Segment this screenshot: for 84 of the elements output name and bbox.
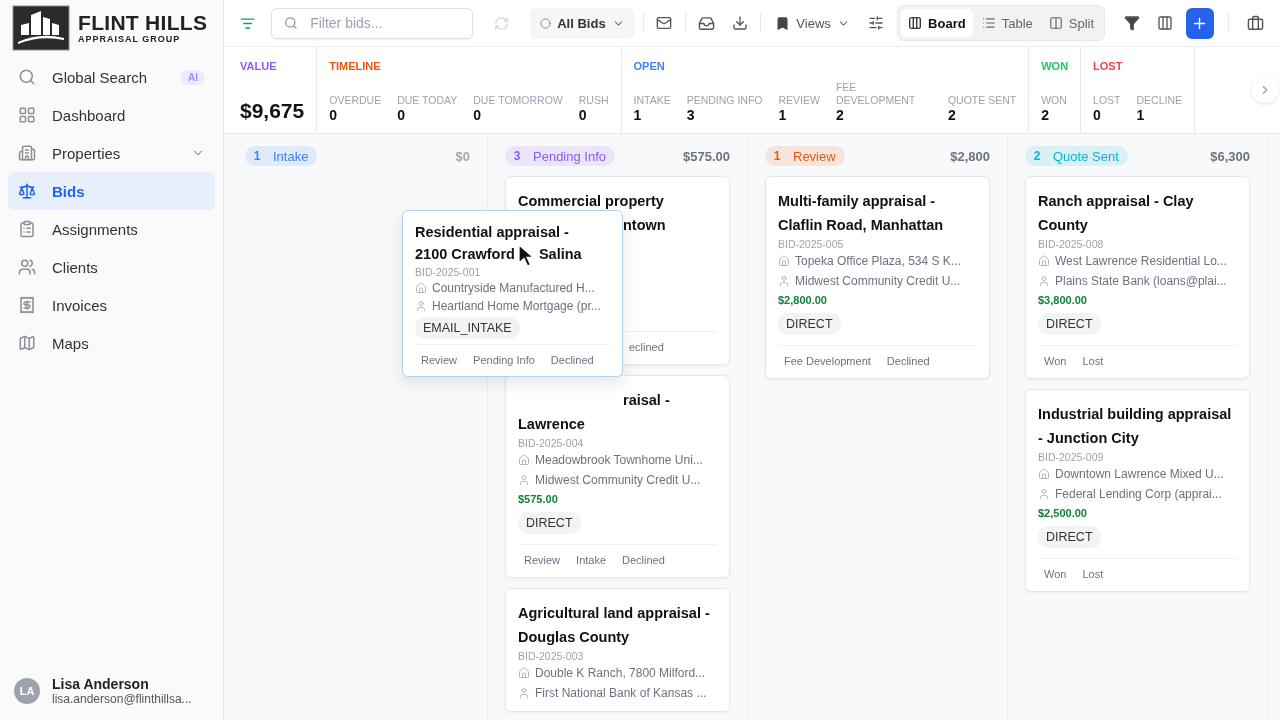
- source-tag: DIRECT: [518, 512, 581, 534]
- stat-group-title: TIMELINE: [329, 60, 382, 72]
- stat-value: 0: [397, 107, 406, 123]
- bid-id: BID-2025-008: [1038, 237, 1105, 251]
- column-total: $0: [455, 148, 470, 164]
- stat-label: WON: [1041, 94, 1067, 107]
- stat-value: 0: [329, 107, 339, 123]
- column-total: $575.00: [683, 148, 730, 164]
- stat-label: OVERDUE: [329, 94, 382, 107]
- stat-label: DUE TOMORROW: [473, 94, 563, 107]
- brand-name: FLINT HILLS: [78, 12, 208, 34]
- column-count: 2: [1032, 149, 1042, 163]
- client-name: Midwest Community Credit U...: [535, 472, 701, 489]
- column-count: 1: [772, 149, 782, 163]
- stat-label: REVIEW: [778, 94, 820, 107]
- bid-id: BID-2025-001: [415, 265, 482, 279]
- stat-label: DECLINE: [1136, 94, 1183, 107]
- stat-label: FEE DEVELOPMENT: [835, 81, 917, 107]
- client-name: Plains State Bank (loans@plai...: [1055, 273, 1227, 290]
- stat-label: LOST: [1093, 94, 1121, 107]
- bid-amount: $575.00: [518, 492, 559, 507]
- bid-amount: $3,800.00: [1038, 293, 1088, 308]
- user-name: Lisa Anderson: [52, 676, 150, 692]
- property-name: Downtown Lawrence Mixed U...: [1055, 466, 1224, 483]
- client-name: First National Bank of Kansas ...: [535, 685, 707, 702]
- stat-value: 1: [778, 107, 788, 123]
- column-title: Pending Info: [533, 148, 606, 164]
- card-title: Lawrence: [518, 415, 586, 434]
- property-name: Countryside Manufactured H...: [432, 280, 595, 297]
- column-count: 1: [252, 149, 262, 163]
- stat-value: 2: [947, 107, 957, 123]
- card-title: raisal -: [623, 391, 670, 410]
- property-name: Meadowbrook Townhome Uni...: [535, 452, 703, 469]
- stat-label: INTAKE: [633, 94, 671, 107]
- column-title: Quote Sent: [1053, 148, 1119, 164]
- source-tag: DIRECT: [1038, 526, 1101, 548]
- source-tag: DIRECT: [778, 313, 841, 335]
- stat-group-title: LOST: [1093, 60, 1124, 72]
- client-name: Midwest Community Credit U...: [795, 273, 961, 290]
- column-count: 3: [512, 149, 522, 163]
- stat-value: 0: [1093, 107, 1102, 123]
- ai-badge: AI: [181, 69, 205, 85]
- stat-value: 0: [473, 107, 483, 123]
- stat-value: 2: [1041, 107, 1050, 123]
- stat-value: 3: [686, 107, 696, 123]
- client-name: Heartland Home Mortgage (pr...: [432, 298, 601, 315]
- bid-id: BID-2025-004: [518, 436, 585, 450]
- card-title: Commercial property: [518, 192, 665, 211]
- source-tag: EMAIL_INTAKE: [415, 317, 520, 339]
- card-title: ntown: [623, 216, 666, 235]
- bid-id: BID-2025-009: [1038, 450, 1105, 464]
- property-name: Double K Ranch, 7800 Milford...: [535, 665, 706, 682]
- column-total: $6,300: [1210, 148, 1250, 164]
- column-title: Intake: [273, 148, 309, 164]
- column-total: $2,800: [950, 148, 990, 164]
- bid-id: BID-2025-003: [518, 649, 585, 663]
- stat-group-title: VALUE: [240, 60, 278, 72]
- stat-label: DUE TODAY: [397, 94, 458, 107]
- bid-id: BID-2025-005: [778, 237, 845, 251]
- card-title: Multi-family appraisal - Claflin Road, Manhattan: [778, 192, 945, 235]
- stat-label: RUSH: [578, 94, 609, 107]
- stat-group-title: OPEN: [633, 60, 666, 72]
- stat-value: 0: [578, 107, 588, 123]
- client-name: Federal Lending Corp (apprai...: [1055, 486, 1222, 503]
- stat-value: 2: [835, 107, 845, 123]
- stat-label: PENDING INFO: [686, 94, 763, 107]
- stat-value: 1: [633, 107, 643, 123]
- card-title: Agricultural land appraisal - Douglas County: [518, 604, 711, 647]
- bid-amount: $2,500.00: [1038, 506, 1088, 521]
- card-title: Industrial building appraisal - Junction City: [1038, 405, 1233, 448]
- property-name: West Lawrence Residential Lo...: [1055, 253, 1227, 270]
- user-email: lisa.anderson@flinthillsa...: [52, 692, 192, 706]
- stat-label: QUOTE SENT: [947, 94, 1017, 107]
- bid-amount: $2,800.00: [778, 293, 828, 308]
- card-title: Residential appraisal - 2100 Crawford Salina: [415, 221, 610, 265]
- user-avatar: LA: [14, 678, 40, 704]
- stat-total: $9,675: [240, 99, 305, 123]
- property-name: Topeka Office Plaza, 534 S K...: [795, 253, 961, 270]
- column-title: Review: [793, 148, 836, 164]
- stat-group-title: WON: [1041, 60, 1069, 72]
- stat-value: 1: [1136, 107, 1146, 123]
- source-tag: DIRECT: [1038, 313, 1101, 335]
- card-title: Ranch appraisal - Clay County: [1038, 192, 1195, 235]
- brand-tagline: APPRAISAL GROUP: [78, 34, 182, 44]
